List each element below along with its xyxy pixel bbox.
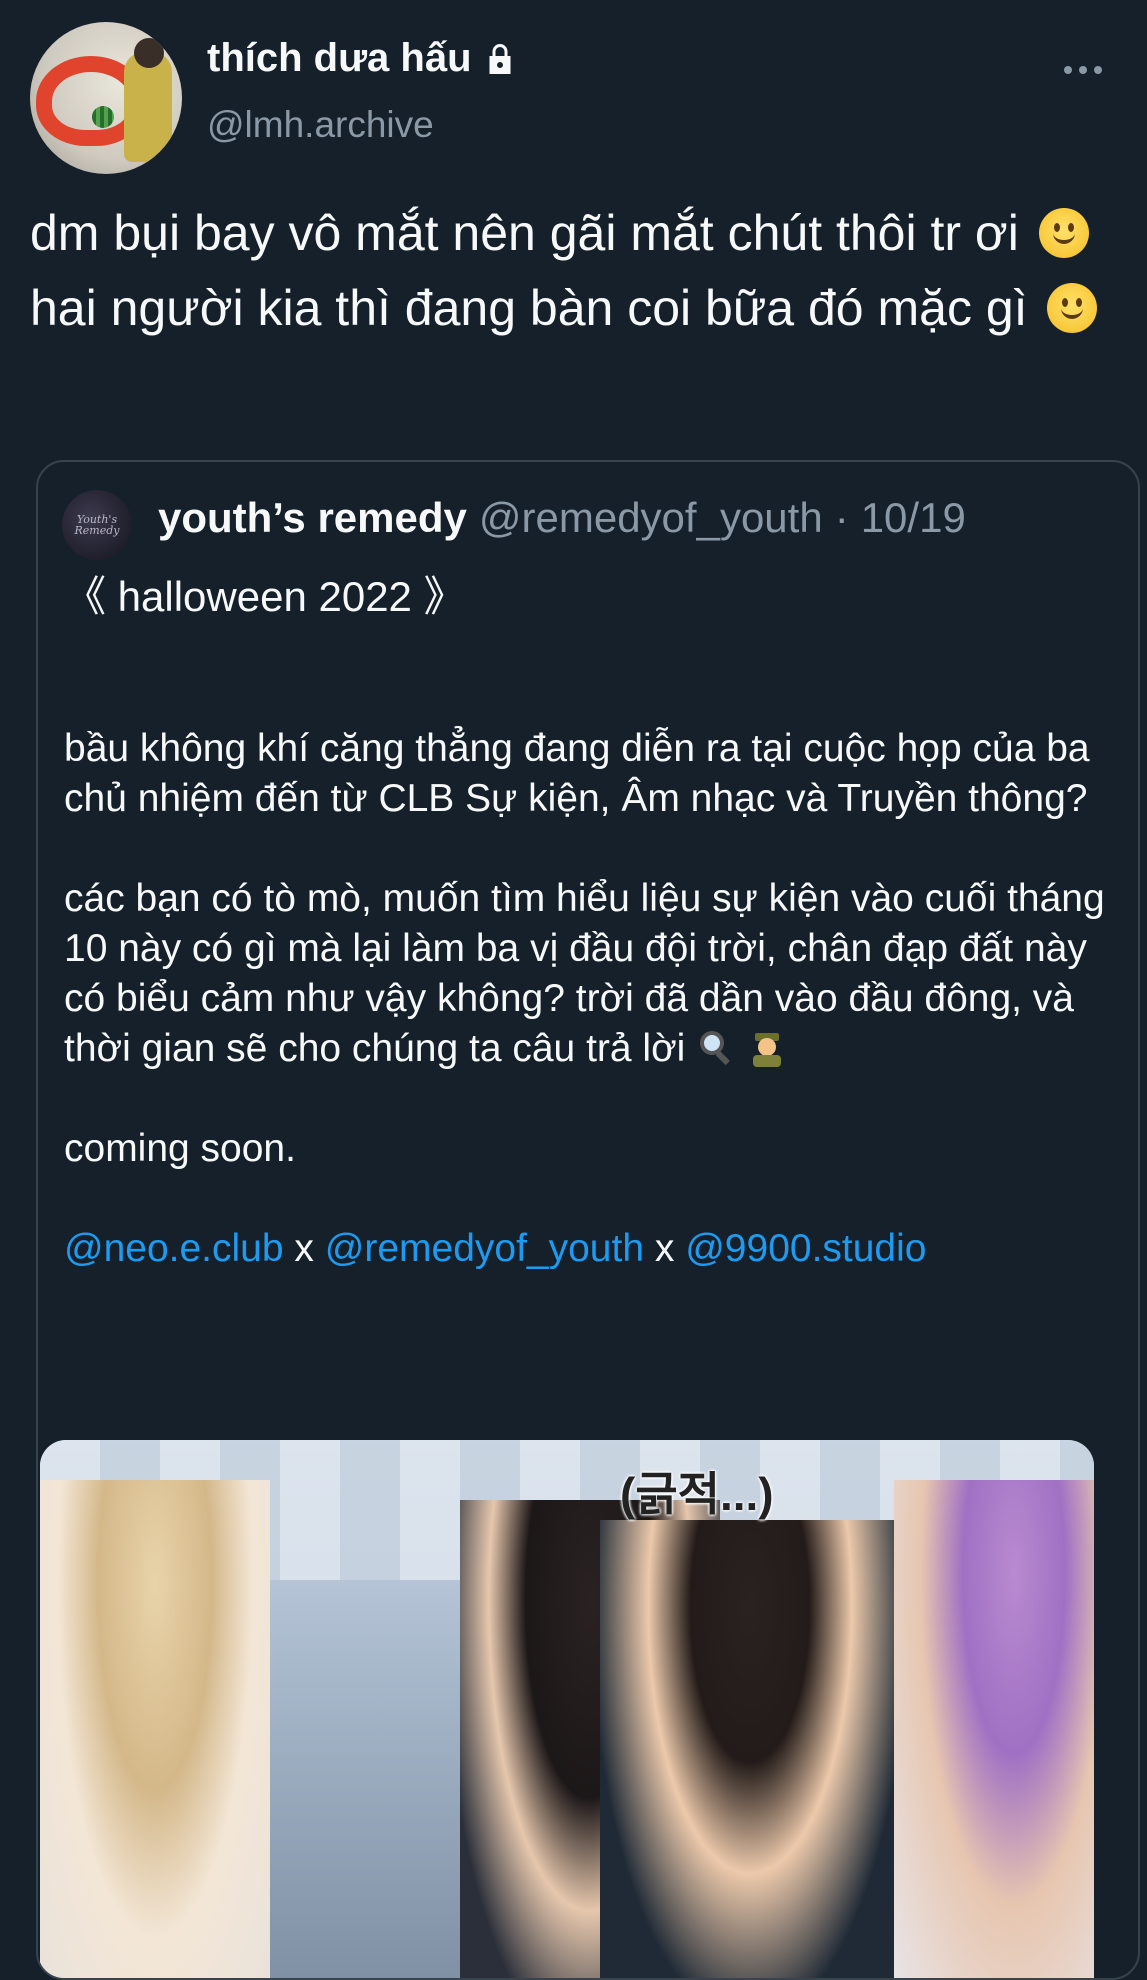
lock-icon — [489, 43, 511, 74]
author-display-name[interactable]: thích dưa hấu — [207, 36, 472, 81]
quoted-date[interactable]: 10/19 — [861, 494, 966, 542]
quoted-paragraph-2: các bạn có tò mò, muốn tìm hiểu liệu sự … — [64, 877, 1116, 1070]
quoted-paragraph-1: bầu không khí căng thẳng đang diễn ra tạ… — [64, 727, 1101, 820]
quoted-author-handle[interactable]: @remedyof_youth — [479, 494, 823, 542]
mention-link[interactable]: @remedyof_youth — [325, 1227, 644, 1270]
separator-x: x — [654, 1227, 675, 1270]
tweet-text-part-1: dm bụi bay vô mắt nên gãi mắt chút thôi … — [30, 205, 1019, 261]
tweet-header: thích dưa hấu @lmh.archive — [0, 0, 1147, 180]
quoted-avatar-text: Youth's Remedy — [74, 513, 120, 537]
quoted-title: 《 halloween 2022 》 — [64, 573, 466, 620]
tweet-text-part-2: hai người kia thì đang bàn coi bữa đó mặ… — [30, 280, 1028, 336]
detective-icon — [753, 1033, 782, 1067]
avatar[interactable] — [30, 22, 182, 174]
media-caption: (긁적...) — [620, 1468, 774, 1520]
quoted-header: youth’s remedy @remedyof_youth · 10/19 — [158, 494, 966, 542]
slightly-smiling-face-icon — [1047, 283, 1098, 333]
magnifying-glass-icon — [700, 1031, 731, 1066]
quoted-body: 《 halloween 2022 》 bầu không khí căng th… — [64, 572, 1124, 1274]
quoted-avatar[interactable]: Youth's Remedy — [62, 490, 132, 560]
slightly-smiling-face-icon — [1038, 208, 1089, 258]
mention-link[interactable]: @9900.studio — [685, 1227, 926, 1270]
author-name-row[interactable]: thích dưa hấu — [207, 36, 518, 81]
mention-link[interactable]: @neo.e.club — [64, 1227, 284, 1270]
separator-x: x — [294, 1227, 314, 1270]
quoted-media-image[interactable]: (긁적...) — [40, 1440, 1094, 1978]
quoted-paragraph-3: coming soon. — [64, 1127, 296, 1170]
tweet-text: dm bụi bay vô mắt nên gãi mắt chút thôi … — [30, 196, 1120, 346]
more-options-icon[interactable] — [1061, 62, 1105, 78]
separator-dot: · — [834, 494, 849, 541]
author-handle[interactable]: @lmh.archive — [207, 104, 434, 146]
quoted-tweet[interactable]: Youth's Remedy youth’s remedy @remedyof_… — [36, 460, 1140, 1980]
quoted-author-name[interactable]: youth’s remedy — [158, 494, 467, 542]
